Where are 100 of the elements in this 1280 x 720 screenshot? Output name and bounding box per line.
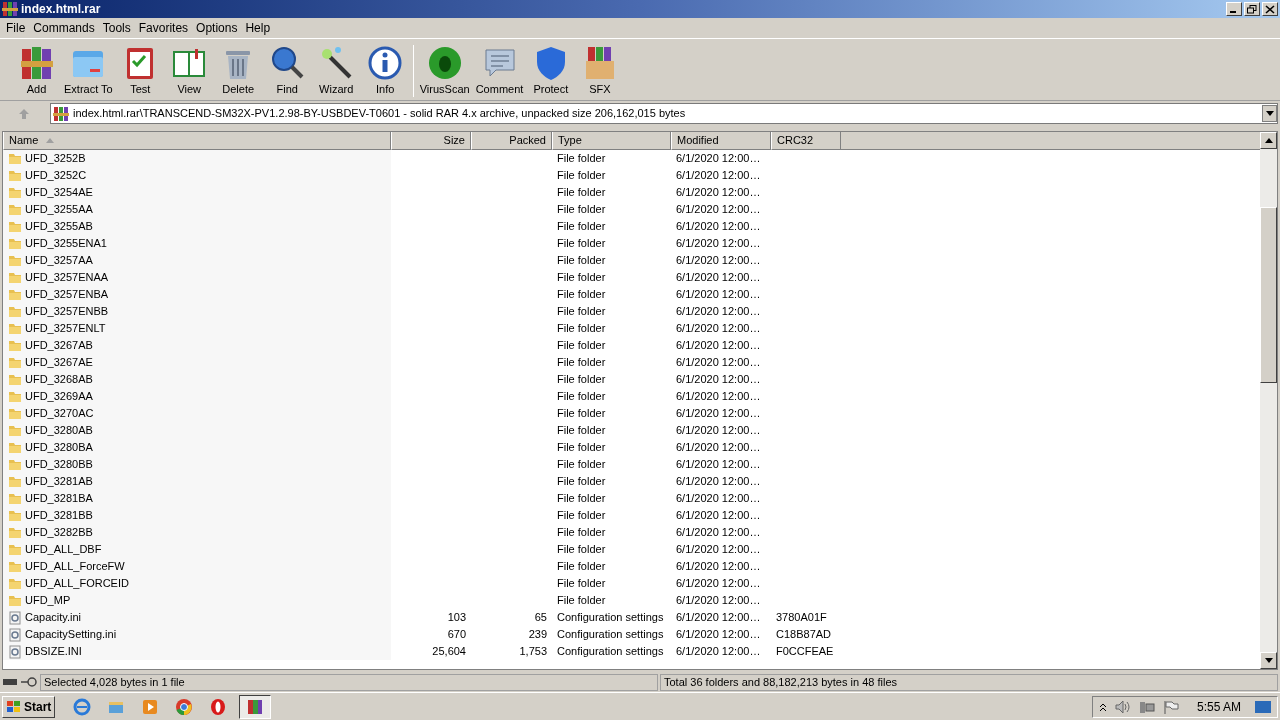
scrollbar-thumb[interactable]	[1260, 207, 1277, 383]
table-row[interactable]: UFD_ALL_DBF File folder 6/1/2020 12:00…	[3, 541, 1260, 558]
table-cell: UFD_3280BB	[3, 456, 391, 473]
table-row[interactable]: UFD_3257ENBA File folder 6/1/2020 12:00…	[3, 286, 1260, 303]
toolbar-button[interactable]: Add	[12, 45, 61, 98]
column-header[interactable]: Modified	[671, 132, 771, 150]
table-row[interactable]: Capacity.ini 103 65 Configuration settings 6/1/2020 12:00… 3780A01F	[3, 609, 1260, 626]
toolbar-button[interactable]: VirusScan	[416, 45, 473, 98]
table-row[interactable]: UFD_3257ENAA File folder 6/1/2020 12:00…	[3, 269, 1260, 286]
table-row[interactable]: UFD_3280BB File folder 6/1/2020 12:00…	[3, 456, 1260, 473]
table-cell: UFD_3268AB	[3, 371, 391, 388]
scroll-up-icon[interactable]	[1264, 138, 1273, 143]
settings-file-icon	[8, 610, 22, 625]
toolbar-button[interactable]: Protect	[526, 45, 576, 98]
folder-icon	[8, 322, 22, 335]
folder-icon	[8, 407, 22, 420]
desktop-icon[interactable]	[1255, 700, 1271, 713]
toolbar-button[interactable]: Comment	[472, 45, 527, 98]
vertical-scrollbar[interactable]	[1260, 132, 1277, 669]
table-row[interactable]: UFD_3257AA File folder 6/1/2020 12:00…	[3, 252, 1260, 269]
table-row[interactable]: UFD_3252B File folder 6/1/2020 12:00…	[3, 150, 1260, 167]
flag-icon[interactable]	[1162, 699, 1179, 714]
table-cell-text: 6/1/2020 12:00…	[675, 168, 762, 184]
table-row[interactable]: UFD_MP File folder 6/1/2020 12:00…	[3, 592, 1260, 609]
table-cell-text: 6/1/2020 12:00…	[675, 644, 762, 660]
table-cell-text: 6/1/2020 12:00…	[675, 253, 762, 269]
menu-item[interactable]: Favorites	[134, 19, 193, 37]
table-row[interactable]: UFD_3280BA File folder 6/1/2020 12:00…	[3, 439, 1260, 456]
toolbar-button[interactable]: Extract To	[61, 45, 116, 98]
folder-icon	[8, 203, 22, 216]
table-row[interactable]: UFD_3252C File folder 6/1/2020 12:00…	[3, 167, 1260, 184]
toolbar-button[interactable]: Test	[115, 45, 165, 98]
table-row[interactable]: UFD_3267AE File folder 6/1/2020 12:00…	[3, 354, 1260, 371]
start-button[interactable]: Start	[2, 695, 56, 718]
table-row[interactable]: UFD_3270AC File folder 6/1/2020 12:00…	[3, 405, 1260, 422]
menu-item[interactable]: Commands	[29, 19, 99, 37]
minimize-button[interactable]	[1226, 2, 1242, 16]
table-row[interactable]: UFD_3255AA File folder 6/1/2020 12:00…	[3, 201, 1260, 218]
speaker-icon[interactable]	[1114, 699, 1131, 714]
column-header[interactable]: Type	[552, 132, 671, 150]
folder-icon	[8, 373, 22, 386]
table-row[interactable]: UFD_3281BB File folder 6/1/2020 12:00…	[3, 507, 1260, 524]
table-row[interactable]: UFD_3282BB File folder 6/1/2020 12:00…	[3, 524, 1260, 541]
network-icon[interactable]	[1138, 699, 1155, 714]
table-cell: UFD_3255AA	[3, 201, 391, 218]
folder-icon	[8, 220, 22, 233]
taskbar-app-button[interactable]	[239, 694, 272, 719]
toolbar-button[interactable]: Wizard	[311, 45, 361, 98]
archive-icon	[53, 105, 69, 122]
table-row[interactable]: UFD_3281BA File folder 6/1/2020 12:00…	[3, 490, 1260, 507]
table-cell: UFD_MP	[3, 592, 391, 609]
table-row[interactable]: UFD_3255AB File folder 6/1/2020 12:00…	[3, 218, 1260, 235]
toolbar-button[interactable]: SFX	[575, 45, 625, 98]
table-cell-text: File folder	[556, 185, 607, 201]
toolbar-button[interactable]: Find	[262, 45, 312, 98]
table-cell-text: File folder	[556, 151, 607, 167]
menu-item[interactable]: Tools	[98, 19, 135, 37]
table-cell-text: Configuration settings	[556, 644, 665, 660]
clock: 5:55 AM	[1196, 698, 1241, 716]
table-row[interactable]: UFD_3267AB File folder 6/1/2020 12:00…	[3, 337, 1260, 354]
table-cell-text: 25,604	[431, 644, 467, 660]
scroll-down-icon[interactable]	[1264, 658, 1273, 663]
folder-icon	[8, 356, 22, 369]
column-header[interactable]: Packed	[471, 132, 552, 150]
table-cell: UFD_3257ENAA	[3, 269, 391, 286]
address-field[interactable]: index.html.rar\TRANSCEND-SM32X-PV1.2.98-BY-USBDEV-T0601 - solid RAR 4.x archive, unpacked size 206,162,015 bytes	[50, 103, 1278, 124]
restore-button[interactable]	[1244, 2, 1260, 16]
settings-file-icon	[8, 627, 22, 642]
table-row[interactable]: UFD_3257ENLT File folder 6/1/2020 12:00…	[3, 320, 1260, 337]
table-row[interactable]: UFD_3281AB File folder 6/1/2020 12:00…	[3, 473, 1260, 490]
sort-arrow-icon	[46, 138, 55, 143]
table-row[interactable]: UFD_3268AB File folder 6/1/2020 12:00…	[3, 371, 1260, 388]
table-cell-text: File folder	[556, 423, 607, 439]
table-cell-text: 6/1/2020 12:00…	[675, 389, 762, 405]
table-row[interactable]: CapacitySetting.ini 670 239 Configuration settings 6/1/2020 12:00… C18B87AD	[3, 626, 1260, 643]
table-row[interactable]: UFD_ALL_ForceFW File folder 6/1/2020 12:00…	[3, 558, 1260, 575]
table-row[interactable]: UFD_3254AE File folder 6/1/2020 12:00…	[3, 184, 1260, 201]
toolbar-button[interactable]: Info	[360, 45, 410, 98]
menu-item[interactable]: File	[2, 19, 30, 37]
close-button[interactable]	[1262, 2, 1278, 16]
table-row[interactable]: UFD_3269AA File folder 6/1/2020 12:00…	[3, 388, 1260, 405]
column-header[interactable]: Size	[391, 132, 471, 150]
table-row[interactable]: UFD_3257ENBB File folder 6/1/2020 12:00…	[3, 303, 1260, 320]
column-header[interactable]: CRC32	[771, 132, 841, 150]
books-icon	[18, 45, 55, 81]
table-row[interactable]: UFD_ALL_FORCEID File folder 6/1/2020 12:00…	[3, 575, 1260, 592]
restore-icon	[1247, 4, 1257, 14]
toolbar-button[interactable]: View	[164, 45, 214, 98]
table-row[interactable]: UFD_3280AB File folder 6/1/2020 12:00…	[3, 422, 1260, 439]
chevron-up-icon[interactable]	[1098, 701, 1107, 712]
table-row[interactable]: DBSIZE.INI 25,604 1,753 Configuration settings 6/1/2020 12:00… F0CCFEAE	[3, 643, 1260, 660]
table-cell-text: 6/1/2020 12:00…	[675, 185, 762, 201]
toolbar-button[interactable]: Delete	[213, 45, 263, 98]
menu-item[interactable]: Help	[241, 19, 275, 37]
menu-item[interactable]: Options	[192, 19, 242, 37]
table-cell: UFD_3282BB	[3, 524, 391, 541]
table-row[interactable]: UFD_3255ENA1 File folder 6/1/2020 12:00…	[3, 235, 1260, 252]
table-cell-text: 6/1/2020 12:00…	[675, 304, 762, 320]
folder-icon	[8, 339, 22, 352]
folder-icon	[8, 509, 22, 522]
